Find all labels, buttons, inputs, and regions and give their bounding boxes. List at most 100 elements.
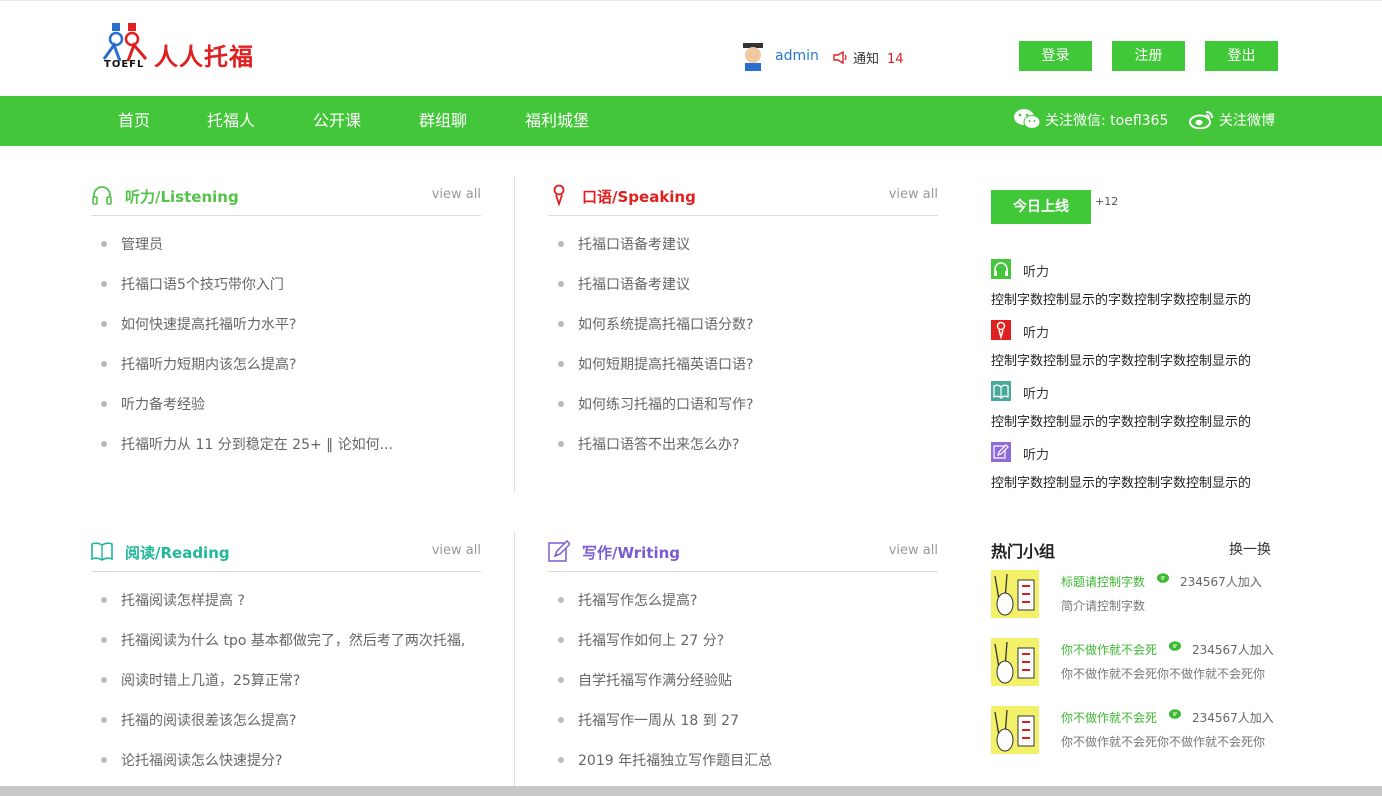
reading-title[interactable]: 阅读/Reading [125, 542, 230, 563]
group-avatar [991, 638, 1039, 686]
group-item[interactable]: 标题请控制字数 234567人加入 简介请控制字数 [991, 570, 1281, 620]
nav-item-group-chat[interactable]: 群组聊 [419, 96, 467, 146]
headphones-icon [92, 186, 112, 205]
feed-text[interactable]: 控制字数控制显示的字数控制字数控制显示的 [991, 289, 1251, 308]
speaker-icon [833, 50, 847, 65]
horizontal-scrollbar[interactable] [0, 786, 1382, 796]
list-item[interactable]: 托福写作怎么提高? [558, 590, 772, 630]
headphones-icon [991, 259, 1011, 279]
nav-item-toefl-people[interactable]: 托福人 [207, 96, 255, 146]
login-button[interactable]: 登录 [1019, 41, 1092, 71]
group-avatar [991, 706, 1039, 754]
writing-view-all[interactable]: view all [889, 543, 938, 558]
group-desc: 简介请控制字数 [1061, 599, 1146, 613]
listening-title[interactable]: 听力/Listening [125, 186, 239, 207]
list-item[interactable]: 托福的阅读很差该怎么提高? [101, 710, 465, 750]
notice-label: 通知 [853, 52, 880, 67]
list-item[interactable]: 自学托福写作满分经验贴 [558, 670, 772, 710]
reading-panel: 阅读/Reading view all 托福阅读怎样提高 ? 托福阅读为什么 t… [91, 532, 481, 786]
list-item[interactable]: 如何短期提高托福英语口语? [558, 354, 753, 394]
book-icon [991, 381, 1011, 401]
nav-item-open-class[interactable]: 公开课 [313, 96, 361, 146]
list-item[interactable]: 托福口语备考建议 [558, 234, 753, 274]
list-item[interactable]: 2019 年托福独立写作题目汇总 [558, 750, 772, 790]
user-avatar[interactable] [740, 41, 766, 71]
feed-item: 听力 控制字数控制显示的字数控制字数控制显示的 [991, 320, 1281, 370]
speaking-panel: 口语/Speaking view all 托福口语备考建议 托福口语备考建议 如… [548, 176, 938, 496]
pencil-icon [991, 442, 1011, 462]
list-item[interactable]: 如何练习托福的口语和写作? [558, 394, 753, 434]
column-divider [514, 532, 515, 786]
group-item[interactable]: 你不做作就不会死 234567人加入 你不做作就不会死你不做作就不会死你 [991, 706, 1281, 756]
listening-list: 管理员 托福口语5个技巧带你入门 如何快速提高托福听力水平? 托福听力短期内该怎… [101, 234, 393, 474]
group-name[interactable]: 你不做作就不会死 [1061, 641, 1157, 658]
hot-groups-title: 热门小组 [991, 542, 1056, 561]
notice-link[interactable]: 通知 14 [833, 48, 904, 67]
nav-item-welfare[interactable]: 福利城堡 [525, 96, 589, 146]
list-item[interactable]: 托福写作如何上 27 分? [558, 630, 772, 670]
notice-count: 14 [887, 52, 904, 67]
feed-text[interactable]: 控制字数控制显示的字数控制字数控制显示的 [991, 411, 1251, 430]
header: 人人托福 TOEFL admin 通知 14 登录 注册 登出 [0, 1, 1382, 96]
pencil-icon [548, 540, 570, 562]
feed-text[interactable]: 控制字数控制显示的字数控制字数控制显示的 [991, 350, 1251, 369]
feed-label[interactable]: 听力 [1023, 444, 1049, 463]
list-item[interactable]: 如何快速提高托福听力水平? [101, 314, 393, 354]
list-item[interactable]: 管理员 [101, 234, 393, 274]
microphone-icon [553, 184, 565, 206]
speaking-view-all[interactable]: view all [889, 187, 938, 202]
follow-weibo-link[interactable]: 关注微博 [1189, 96, 1275, 146]
listening-view-all[interactable]: view all [432, 187, 481, 202]
feed-label[interactable]: 听力 [1023, 322, 1049, 341]
list-item[interactable]: 论托福阅读怎么快速提分? [101, 750, 465, 790]
group-name[interactable]: 你不做作就不会死 [1061, 709, 1157, 726]
list-item[interactable]: 如何系统提高托福口语分数? [558, 314, 753, 354]
group-desc: 你不做作就不会死你不做作就不会死你 [1061, 735, 1266, 749]
register-button[interactable]: 注册 [1112, 41, 1185, 71]
logout-button[interactable]: 登出 [1205, 41, 1278, 71]
listening-panel: 听力/Listening view all 管理员 托福口语5个技巧带你入门 如… [91, 176, 481, 496]
writing-list: 托福写作怎么提高? 托福写作如何上 27 分? 自学托福写作满分经验贴 托福写作… [558, 590, 772, 790]
follow-wechat-label: 关注微信: toefl365 [1045, 113, 1169, 129]
group-join-count: 234567人加入 [1192, 643, 1274, 657]
speaking-header: 口语/Speaking view all [548, 176, 938, 216]
list-item[interactable]: 托福口语5个技巧带你入门 [101, 274, 393, 314]
logo-subtitle: TOEFL [104, 59, 145, 70]
list-item[interactable]: 托福写作一周从 18 到 27 [558, 710, 772, 750]
online-count: +12 [1095, 195, 1119, 208]
username-link[interactable]: admin [775, 48, 819, 64]
list-item[interactable]: 听力备考经验 [101, 394, 393, 434]
group-join-count: 234567人加入 [1180, 575, 1262, 589]
group-desc: 你不做作就不会死你不做作就不会死你 [1061, 667, 1266, 681]
follow-weibo-label: 关注微博 [1219, 113, 1275, 129]
list-item[interactable]: 托福口语备考建议 [558, 274, 753, 314]
listening-header: 听力/Listening view all [91, 176, 481, 216]
speaking-title[interactable]: 口语/Speaking [582, 186, 696, 207]
microphone-icon [991, 320, 1011, 340]
feed-item: 听力 控制字数控制显示的字数控制字数控制显示的 [991, 381, 1281, 431]
feed-label[interactable]: 听力 [1023, 261, 1049, 280]
list-item[interactable]: 阅读时错上几道，25算正常? [101, 670, 465, 710]
list-item[interactable]: 托福听力短期内该怎么提高? [101, 354, 393, 394]
list-item[interactable]: 托福听力从 11 分到稳定在 25+ ‖ 论如何... [101, 434, 393, 474]
reading-view-all[interactable]: view all [432, 543, 481, 558]
reading-header: 阅读/Reading view all [91, 532, 481, 572]
group-name[interactable]: 标题请控制字数 [1061, 573, 1145, 590]
follow-wechat-link[interactable]: 关注微信: toefl365 [1013, 96, 1168, 146]
feed-item: 听力 控制字数控制显示的字数控制字数控制显示的 [991, 442, 1281, 492]
nav-item-home[interactable]: 首页 [118, 96, 150, 146]
writing-title[interactable]: 写作/Writing [582, 542, 680, 563]
list-item[interactable]: 托福阅读为什么 tpo 基本都做完了，然后考了两次托福, [101, 630, 465, 670]
feed-label[interactable]: 听力 [1023, 383, 1049, 402]
column-divider [514, 176, 515, 492]
logo[interactable]: 人人托福 TOEFL [98, 21, 258, 75]
group-item[interactable]: 你不做作就不会死 234567人加入 你不做作就不会死你不做作就不会死你 [991, 638, 1281, 688]
feed-text[interactable]: 控制字数控制显示的字数控制字数控制显示的 [991, 472, 1251, 491]
online-today-button[interactable]: 今日上线 [991, 190, 1091, 224]
group-chat-icon [1157, 573, 1169, 583]
group-avatar [991, 570, 1039, 618]
list-item[interactable]: 托福阅读怎样提高 ? [101, 590, 465, 630]
feed-item: 听力 控制字数控制显示的字数控制字数控制显示的 [991, 259, 1281, 309]
switch-groups-button[interactable]: 换一换 [1229, 539, 1271, 559]
list-item[interactable]: 托福口语答不出来怎么办? [558, 434, 753, 474]
